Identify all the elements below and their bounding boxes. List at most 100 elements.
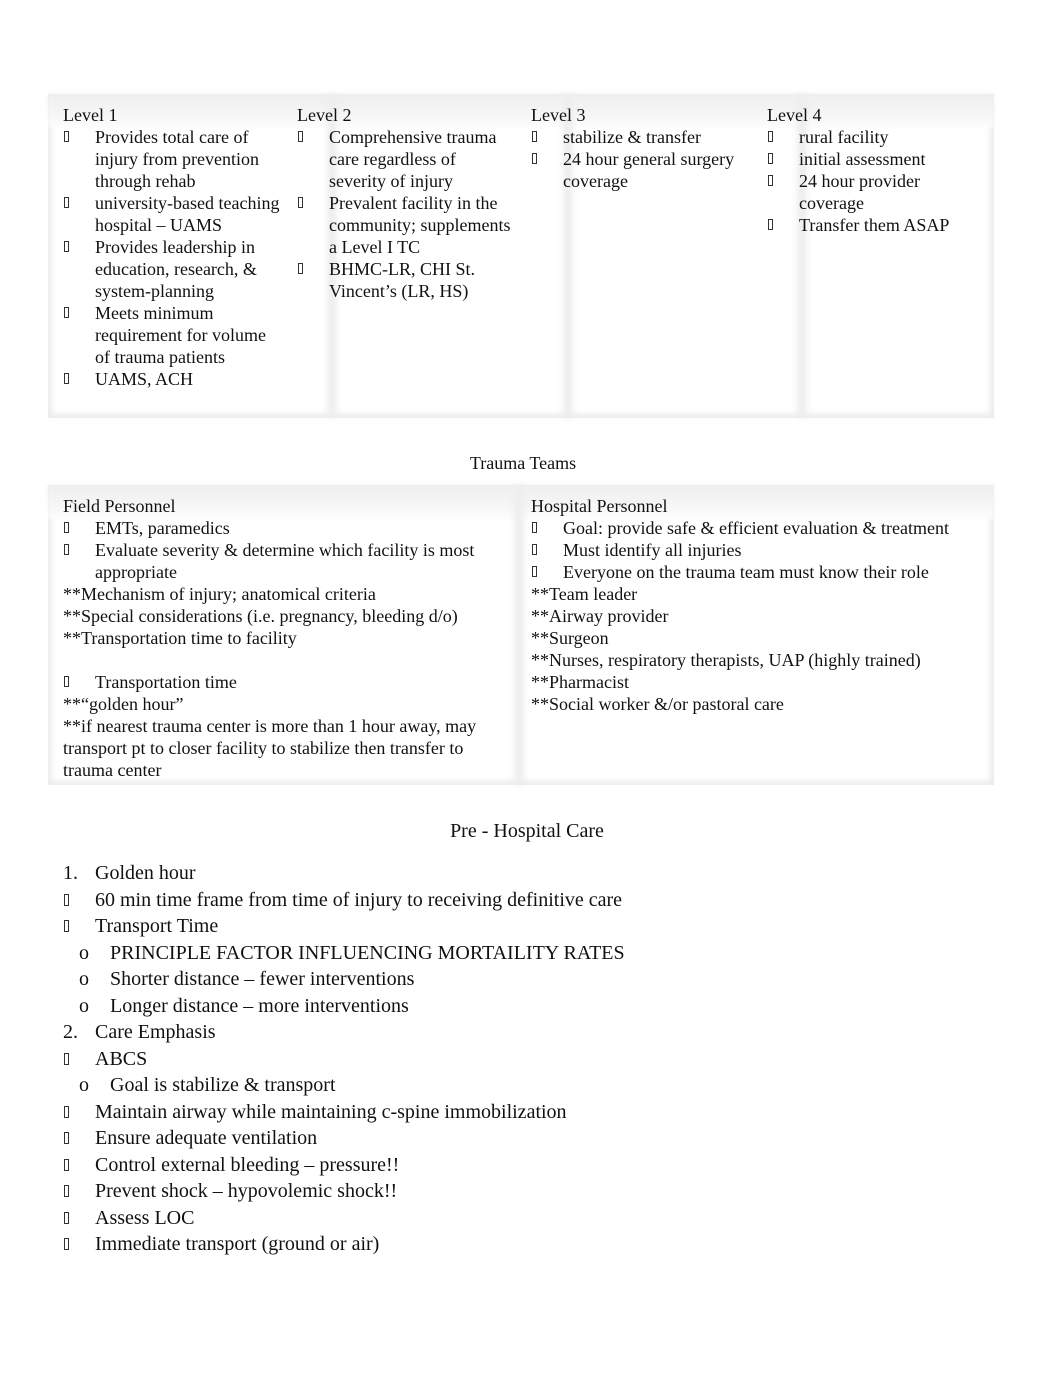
note-line: **Airway provider: [531, 606, 669, 626]
sub-list-item: o PRINCIPLE FACTOR INFLUENCING MORTAILITY…: [63, 940, 625, 967]
trauma-teams-heading: Trauma Teams: [469, 453, 577, 473]
item-number: 2.: [63, 1021, 78, 1043]
bullet-icon: [64, 1105, 69, 1118]
field-personnel-cell: Field Personnel EMTs, paramedics Evaluat…: [63, 485, 513, 781]
note-line: **Pharmacist: [531, 672, 629, 692]
bullet-icon: [64, 197, 69, 208]
bullet-icon: [64, 1185, 69, 1197]
bullet-icon: [64, 920, 69, 932]
level-1-heading: Level 1: [63, 105, 118, 125]
level-3-cell: Level 3 stabilize & transfer 24 hour gen…: [531, 94, 749, 192]
field-personnel-heading: Field Personnel: [63, 496, 176, 516]
bullet-icon: [768, 219, 773, 230]
circle-bullet-icon: o: [79, 1074, 89, 1096]
bullet-icon: [298, 197, 303, 208]
bullet-icon: [64, 373, 69, 384]
bullet-icon: [64, 1158, 69, 1171]
list-item: stabilize & transfer: [531, 126, 749, 148]
list-item: Evaluate severity & determine which faci…: [63, 539, 513, 583]
bullet-icon: [532, 153, 537, 164]
list-item: UAMS, ACH: [63, 368, 281, 390]
hospital-personnel-heading: Hospital Personnel: [531, 496, 668, 516]
list-item: Prevent shock – hypovolemic shock!!: [63, 1178, 625, 1205]
level-4-heading: Level 4: [767, 105, 822, 125]
hospital-personnel-cell: Hospital Personnel Goal: provide safe & …: [531, 485, 981, 715]
list-item: Everyone on the trauma team must know th…: [531, 561, 981, 583]
bullet-icon: [532, 522, 537, 533]
pre-hospital-care-heading: Pre - Hospital Care: [450, 820, 604, 842]
trauma-teams-table: Field Personnel EMTs, paramedics Evaluat…: [48, 485, 994, 785]
list-item: 24 hour general surgery coverage: [531, 148, 749, 192]
list-item: Immediate transport (ground or air): [63, 1231, 625, 1258]
bullet-icon: [768, 153, 773, 164]
numbered-item: 2. Care Emphasis: [63, 1019, 625, 1046]
list-item: Comprehensive trauma care regardless of …: [297, 126, 515, 192]
bullet-icon: [532, 131, 537, 142]
trauma-levels-table: Level 1 Provides total care of injury fr…: [48, 94, 994, 418]
note-line: **Social worker &/or pastoral care: [531, 694, 784, 714]
note-line: **Transportation time to facility: [63, 628, 297, 648]
bullet-icon: [64, 1132, 69, 1144]
note-line: **Team leader: [531, 584, 638, 604]
list-item: Maintain airway while maintaining c-spin…: [63, 1099, 625, 1126]
bullet-icon: [298, 263, 303, 274]
item-number: 1.: [63, 862, 78, 884]
sub-list-item: o Goal is stabilize & transport: [63, 1072, 625, 1099]
bullet-icon: [532, 544, 537, 555]
bullet-icon: [768, 175, 773, 186]
bullet-icon: [768, 131, 773, 142]
bullet-icon: [298, 131, 303, 142]
circle-bullet-icon: o: [79, 968, 89, 990]
list-item: Must identify all injuries: [531, 539, 981, 561]
list-item: rural facility: [767, 126, 967, 148]
level-2-cell: Level 2 Comprehensive trauma care regard…: [297, 94, 515, 302]
note-line: **“golden hour”: [63, 694, 184, 714]
bullet-icon: [64, 893, 69, 906]
list-item: Provides total care of injury from preve…: [63, 126, 281, 192]
list-item: university-based teaching hospital – UAM…: [63, 192, 281, 236]
document-page: Level 1 Provides total care of injury fr…: [0, 0, 1062, 1376]
bullet-icon: [532, 566, 537, 577]
level-4-cell: Level 4 rural facility initial assessmen…: [767, 94, 967, 236]
list-item: EMTs, paramedics: [63, 517, 513, 539]
column-divider: [514, 485, 524, 785]
sub-list-item: o Longer distance – more interventions: [63, 993, 625, 1020]
level-2-heading: Level 2: [297, 105, 352, 125]
list-item: 24 hour provider coverage: [767, 170, 967, 214]
bullet-icon: [64, 241, 69, 252]
level-1-cell: Level 1 Provides total care of injury fr…: [63, 94, 281, 390]
list-item: initial assessment: [767, 148, 967, 170]
list-item: Transportation time: [63, 671, 513, 693]
list-item: 60 min time frame from time of injury to…: [63, 887, 625, 914]
note-line: **Surgeon: [531, 628, 609, 648]
list-item: Transfer them ASAP: [767, 214, 967, 236]
bullet-icon: [64, 522, 69, 533]
list-item: BHMC-LR, CHI St. Vincent’s (LR, HS): [297, 258, 515, 302]
numbered-item: 1. Golden hour: [63, 860, 625, 887]
list-item: Goal: provide safe & efficient evaluatio…: [531, 517, 981, 539]
list-item: Transport Time: [63, 913, 625, 940]
note-line: **Mechanism of injury; anatomical criter…: [63, 584, 376, 604]
note-line: **Nurses, respiratory therapists, UAP (h…: [531, 650, 921, 670]
list-item: Control external bleeding – pressure!!: [63, 1152, 625, 1179]
level-3-heading: Level 3: [531, 105, 586, 125]
bullet-icon: [64, 131, 69, 142]
list-item: Meets minimum requirement for volume of …: [63, 302, 281, 368]
circle-bullet-icon: o: [79, 941, 89, 964]
list-item: Ensure adequate ventilation: [63, 1125, 625, 1152]
list-item: Prevalent facility in the community; sup…: [297, 192, 515, 258]
list-item: Assess LOC: [63, 1205, 625, 1232]
list-item: ABCS: [63, 1046, 625, 1073]
bullet-icon: [64, 676, 69, 687]
note-line: **Special considerations (i.e. pregnancy…: [63, 606, 458, 626]
circle-bullet-icon: o: [79, 994, 89, 1017]
bullet-icon: [64, 307, 69, 318]
sub-list-item: o Shorter distance – fewer interventions: [63, 966, 625, 993]
pre-hospital-list: 1. Golden hour 60 min time frame from tim…: [63, 860, 625, 1258]
note-line: **if nearest trauma center is more than …: [63, 716, 477, 780]
bullet-icon: [64, 544, 69, 555]
bullet-icon: [64, 1052, 69, 1065]
bullet-icon: [64, 1238, 69, 1250]
list-item: Provides leadership in education, resear…: [63, 236, 281, 302]
